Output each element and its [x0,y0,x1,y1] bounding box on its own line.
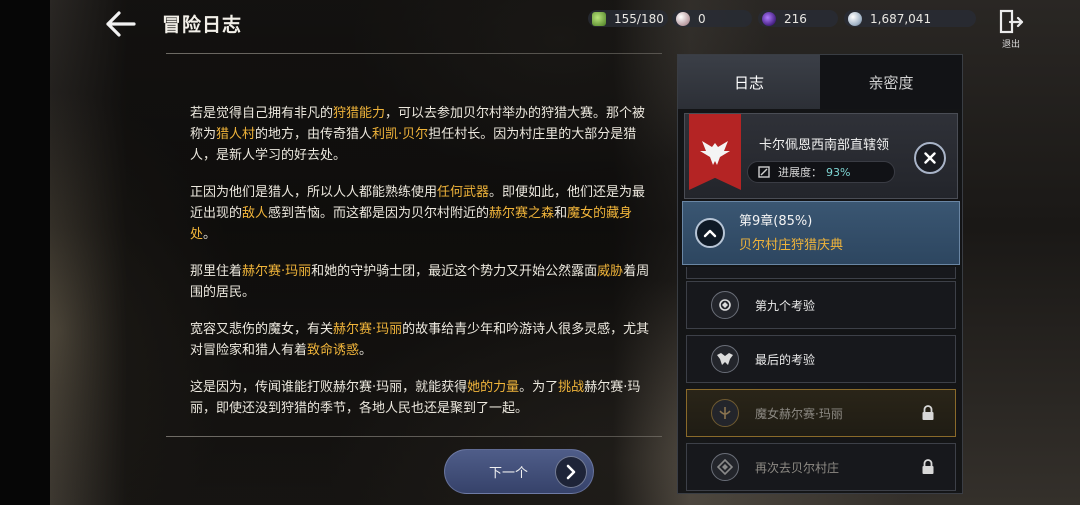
close-icon [924,152,936,164]
quest-label: 魔女赫尔赛·玛丽 [755,406,843,421]
highlighted-term: 赫尔赛·玛丽 [333,322,403,337]
chapter-title: 贝尔村庄狩猎庆典 [739,238,844,253]
next-button[interactable]: 下一个 [444,449,594,494]
story-text-segment: 这是因为，传闻谁能打败赫尔赛·玛丽，就能获得 [190,380,468,395]
highlighted-term: 敌人 [242,206,269,221]
beast-icon [711,345,739,373]
exit-label: 退出 [1001,40,1020,50]
region-banner [689,114,741,190]
quest-label: 再次去贝尔村庄 [755,460,840,475]
stamina-value: 155/180 [614,11,664,26]
eagle-emblem-icon [700,141,730,165]
chapter-header[interactable]: 第9章(85%) 贝尔村庄狩猎庆典 [682,201,960,265]
story-text-segment: 。 [203,227,217,242]
next-chevron-circle [555,456,587,488]
quest-list-top-edge [686,267,956,279]
tab-journal[interactable]: 日志 [678,55,820,109]
close-region-button[interactable] [914,142,946,174]
story-text: 若是觉得自己拥有非凡的狩猎能力，可以去参加贝尔村举办的狩猎大赛。那个被称为猎人村… [190,103,656,435]
story-paragraph: 那里住着赫尔赛·玛丽和她的守护骑士团，最近这个势力又开始公然露面威胁着周围的居民… [190,261,656,303]
story-paragraph: 若是觉得自己拥有非凡的狩猎能力，可以去参加贝尔村举办的狩猎大赛。那个被称为猎人村… [190,103,656,166]
diamond-icon [711,453,739,481]
story-text-segment: 。为了 [519,380,559,395]
trial-icon [711,291,739,319]
collapse-chapter-button[interactable] [695,218,725,248]
quest-item[interactable]: 再次去贝尔村庄 [686,443,956,491]
pearl-counter[interactable]: 0 [672,10,752,27]
highlighted-term: 猎人村 [216,127,256,142]
story-text-segment: 宽容又悲伤的魔女，有关 [190,322,334,337]
silver-counter[interactable]: 1,687,041 [844,10,976,27]
story-text-segment: 那里住着 [190,264,243,279]
highlighted-term: 任何武器 [437,185,490,200]
left-edge-shadow [0,0,50,505]
back-arrow-icon [106,11,136,37]
highlighted-term: 威胁 [597,264,624,279]
gem-value: 216 [784,11,807,26]
progress-value: 93% [826,165,851,179]
highlighted-term: 赫尔赛之森 [489,206,555,221]
highlighted-term: 挑战 [558,380,585,395]
story-paragraph: 宽容又悲伤的魔女，有关赫尔赛·玛丽的故事给青少年和吟游诗人很多灵感，尤其对冒险家… [190,319,656,361]
quest-item[interactable]: 第九个考验 [686,281,956,329]
gem-counter[interactable]: 216 [758,10,838,27]
chevron-right-icon [566,464,576,480]
quest-item[interactable]: 最后的考验 [686,335,956,383]
silver-coin-icon [848,11,862,26]
map-icon [758,166,770,178]
lock-icon [922,459,934,474]
gem-icon [762,11,776,26]
story-text-segment: 的地方，由传奇猎人 [255,127,373,142]
chevron-up-icon [703,229,717,238]
story-paragraph: 这是因为，传闻谁能打败赫尔赛·玛丽，就能获得她的力量。为了挑战赫尔赛·玛丽，即使… [190,377,656,419]
story-text-segment: 若是觉得自己拥有非凡的 [190,106,334,121]
story-text-segment: 。 [359,343,373,358]
highlighted-term: 利凯·贝尔 [372,127,429,142]
back-button[interactable] [104,8,138,40]
exit-button[interactable]: 退出 [996,9,1026,50]
tab-affinity[interactable]: 亲密度 [820,55,962,109]
region-name: 卡尔佩恩西南部直辖领 [759,138,890,153]
story-text-segment: 和她的守护骑士团，最近这个势力又开始公然露面 [311,264,598,279]
next-button-label: 下一个 [489,466,529,481]
highlighted-term: 致命诱惑 [307,343,360,358]
region-progress: 进展度： 93% [747,161,895,183]
stamina-counter[interactable]: 155/180 [588,10,668,27]
highlighted-term: 赫尔赛·玛丽 [242,264,312,279]
divider-top [166,53,662,54]
lock-icon [922,405,934,420]
witch-emblem-icon [711,399,739,427]
divider-bottom [166,436,662,437]
highlighted-term: 狩猎能力 [333,106,386,121]
story-text-segment: 正因为他们是猎人，所以人人都能熟练使用 [190,185,438,200]
page-title: 冒险日志 [162,14,243,36]
region-card[interactable]: 卡尔佩恩西南部直辖领 进展度： 93% [684,113,958,199]
silver-value: 1,687,041 [870,11,932,26]
pearl-icon [676,11,690,26]
exit-door-icon [999,9,1024,34]
story-text-segment: 和 [554,206,568,221]
story-paragraph: 正因为他们是猎人，所以人人都能熟练使用任何武器。即便如此，他们还是为最近出现的敌… [190,182,656,245]
story-text-segment: 感到苦恼。而这都是因为贝尔村附近的 [268,206,490,221]
journal-panel: 日志 亲密度 卡尔佩恩西南部直辖领 进展度： 93% 第9章(85%) 贝尔村庄… [677,54,963,494]
pearl-value: 0 [698,11,706,26]
quest-label: 第九个考验 [755,298,816,313]
quest-label: 最后的考验 [755,352,816,367]
chapter-number: 第9章(85%) [739,214,813,229]
highlighted-term: 她的力量 [467,380,520,395]
stamina-icon [592,11,606,26]
quest-item[interactable]: 魔女赫尔赛·玛丽 [686,389,956,437]
progress-label: 进展度： [778,166,822,179]
